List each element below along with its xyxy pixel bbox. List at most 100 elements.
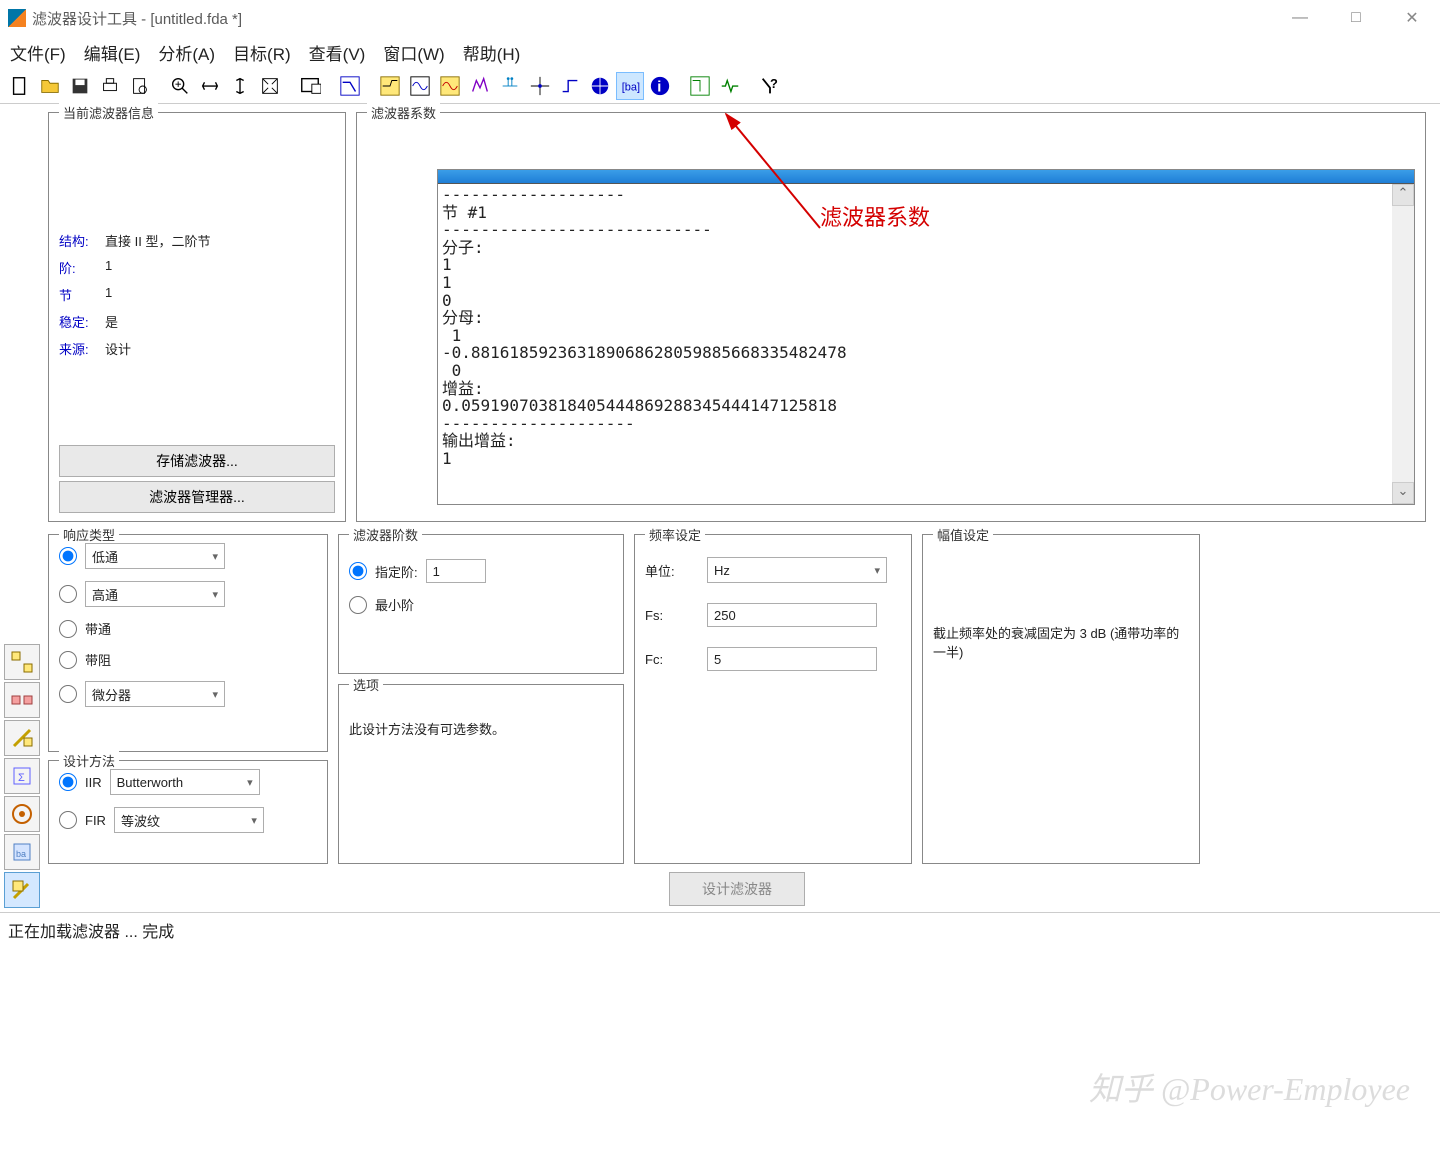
step-icon[interactable] (436, 72, 464, 100)
bandstop-label: 带阻 (85, 650, 111, 669)
highpass-combo[interactable]: 高通 (85, 581, 225, 607)
mag-title: 幅值设定 (933, 525, 993, 544)
scrollbar[interactable]: ⌃ ⌄ (1392, 184, 1414, 504)
roundoff-icon[interactable] (556, 72, 584, 100)
unit-combo[interactable]: Hz (707, 557, 887, 583)
store-filter-button[interactable]: 存储滤波器... (59, 445, 335, 477)
impulse-icon[interactable] (406, 72, 434, 100)
fc-input[interactable]: 5 (707, 647, 877, 671)
mag-message: 截止频率处的衰减固定为 3 dB (通带功率的一半) (933, 623, 1189, 661)
coeff-text[interactable]: ------------------- 节 #1 ---------------… (438, 184, 1392, 504)
lt-quantize-icon[interactable]: Σ (4, 758, 40, 794)
unit-label: 单位: (645, 561, 693, 580)
sect-label: 节 (59, 285, 105, 304)
magnitude-icon[interactable] (336, 72, 364, 100)
zoom-fit-icon[interactable] (196, 72, 224, 100)
lowpass-radio[interactable] (59, 547, 77, 565)
scope-icon[interactable] (296, 72, 324, 100)
sos-icon[interactable] (526, 72, 554, 100)
fir-radio[interactable] (59, 811, 77, 829)
model-sig-icon[interactable] (716, 72, 744, 100)
close-button[interactable]: ✕ (1384, 0, 1440, 36)
menu-target[interactable]: 目标(R) (233, 40, 291, 65)
options-panel: 选项 此设计方法没有可选参数。 (338, 684, 624, 864)
print-preview-icon[interactable] (126, 72, 154, 100)
phase-icon[interactable] (376, 72, 404, 100)
group-delay-icon[interactable] (496, 72, 524, 100)
iir-radio[interactable] (59, 773, 77, 791)
menu-analyze[interactable]: 分析(A) (158, 40, 215, 65)
zoom-y-icon[interactable] (226, 72, 254, 100)
scroll-down-icon[interactable]: ⌄ (1392, 482, 1414, 504)
iir-method-combo[interactable]: Butterworth (110, 769, 260, 795)
design-title: 设计方法 (59, 751, 119, 770)
min-order-label: 最小阶 (375, 595, 414, 614)
sect-value: 1 (105, 285, 112, 304)
struct-label: 结构: (59, 231, 105, 250)
menu-help[interactable]: 帮助(H) (463, 40, 521, 65)
svg-text:Σ: Σ (18, 772, 25, 784)
scroll-up-icon[interactable]: ⌃ (1392, 184, 1414, 206)
lt-design-icon[interactable] (4, 872, 40, 908)
menu-file[interactable]: 文件(F) (10, 40, 66, 65)
resp-title: 响应类型 (59, 525, 119, 544)
open-folder-icon[interactable] (36, 72, 64, 100)
bandpass-radio[interactable] (59, 620, 77, 638)
whats-this-icon[interactable]: ? (756, 72, 784, 100)
fir-method-combo[interactable]: 等波纹 (114, 807, 264, 833)
titlebar: 滤波器设计工具 - [untitled.fda *] — □ ✕ (0, 0, 1440, 36)
design-method-panel: 设计方法 IIRButterworth FIR等波纹 (48, 760, 328, 864)
new-file-icon[interactable] (6, 72, 34, 100)
filter-opt-icon[interactable] (686, 72, 714, 100)
menu-window[interactable]: 窗口(W) (383, 40, 444, 65)
lt-spec-icon[interactable] (4, 644, 40, 680)
options-message: 此设计方法没有可选参数。 (349, 719, 613, 738)
bandstop-radio[interactable] (59, 651, 77, 669)
lowpass-combo[interactable]: 低通 (85, 543, 225, 569)
info-icon[interactable]: i (646, 72, 674, 100)
bandpass-label: 带通 (85, 619, 111, 638)
magnitude-panel: 幅值设定 截止频率处的衰减固定为 3 dB (通带功率的一半) (922, 534, 1200, 864)
diff-radio[interactable] (59, 685, 77, 703)
coefficients-icon[interactable]: [ba] (616, 72, 644, 100)
fs-label: Fs: (645, 608, 693, 623)
status-text: 正在加载滤波器 ... 完成 (8, 918, 174, 942)
filter-info-panel: 当前滤波器信息 结构:直接 II 型，二阶节 阶:1 节1 稳定:是 来源:设计… (48, 112, 346, 522)
lt-multirate-icon[interactable] (4, 682, 40, 718)
fs-input[interactable]: 250 (707, 603, 877, 627)
zoom-in-icon[interactable] (166, 72, 194, 100)
frequency-panel: 频率设定 单位:Hz Fs:250 Fc:5 (634, 534, 912, 864)
toolbar: [ba] i ? (0, 68, 1440, 104)
minimize-button[interactable]: — (1272, 0, 1328, 36)
iir-label: IIR (85, 775, 102, 790)
zoom-full-icon[interactable] (256, 72, 284, 100)
menu-edit[interactable]: 编辑(E) (84, 40, 141, 65)
struct-value: 直接 II 型，二阶节 (105, 231, 210, 250)
diff-combo[interactable]: 微分器 (85, 681, 225, 707)
highpass-radio[interactable] (59, 585, 77, 603)
specify-order-radio[interactable] (349, 562, 367, 580)
save-icon[interactable] (66, 72, 94, 100)
options-title: 选项 (349, 675, 383, 694)
fir-label: FIR (85, 813, 106, 828)
matlab-icon (8, 9, 26, 27)
response-type-panel: 响应类型 低通 高通 带通 带阻 微分器 (48, 534, 328, 752)
pole-zero-icon[interactable] (466, 72, 494, 100)
svg-text:i: i (657, 79, 661, 95)
maximize-button[interactable]: □ (1328, 0, 1384, 36)
svg-text:[ba]: [ba] (622, 81, 640, 93)
filter-manager-button[interactable]: 滤波器管理器... (59, 481, 335, 513)
lt-export-icon[interactable]: ba (4, 834, 40, 870)
target-icon[interactable] (586, 72, 614, 100)
print-icon[interactable] (96, 72, 124, 100)
lt-transform-icon[interactable] (4, 720, 40, 756)
lt-import-icon[interactable] (4, 796, 40, 832)
order-input[interactable]: 1 (426, 559, 486, 583)
menu-view[interactable]: 查看(V) (309, 40, 366, 65)
min-order-radio[interactable] (349, 596, 367, 614)
menubar: 文件(F) 编辑(E) 分析(A) 目标(R) 查看(V) 窗口(W) 帮助(H… (0, 36, 1440, 68)
design-filter-button[interactable]: 设计滤波器 (669, 872, 805, 906)
annotation-text: 滤波器系数 (820, 200, 930, 232)
svg-text:ba: ba (16, 849, 26, 859)
svg-text:?: ? (770, 75, 778, 90)
